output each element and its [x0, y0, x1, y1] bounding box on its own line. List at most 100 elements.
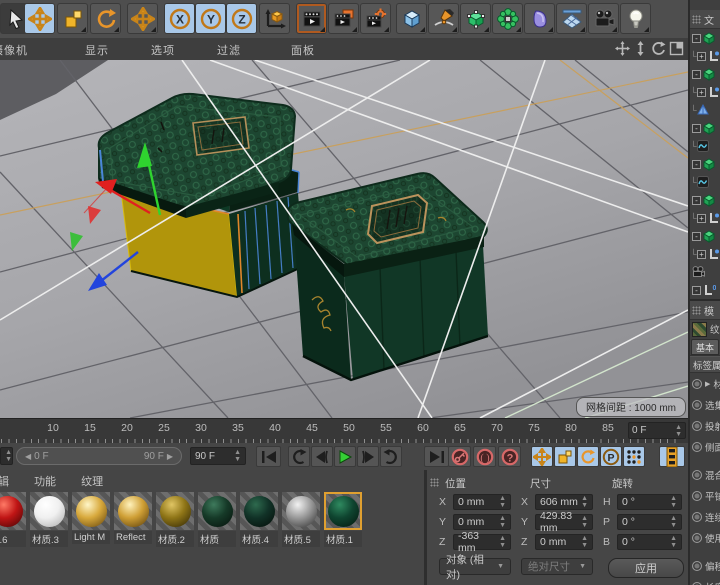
- texture-tag-row[interactable]: 纹理: [690, 320, 720, 338]
- add-array-button[interactable]: [492, 3, 523, 34]
- tag-property-row[interactable]: 偏移: [690, 555, 720, 576]
- coordinate-value-field[interactable]: 0 mm▲▼: [453, 494, 511, 510]
- point-level-animation-button[interactable]: [623, 446, 645, 467]
- menu-edit[interactable]: 编辑: [0, 476, 9, 488]
- material-swatch[interactable]: 材质.3: [30, 492, 68, 547]
- add-generator-button[interactable]: [460, 3, 491, 34]
- lock-x-axis-button[interactable]: X: [164, 3, 195, 34]
- scale-tool-button[interactable]: [57, 3, 88, 34]
- keyframe-dot-icon[interactable]: [692, 533, 702, 543]
- expand-toggle[interactable]: +: [697, 214, 706, 223]
- object-tree-row[interactable]: -: [690, 29, 720, 47]
- keyframe-dot-icon[interactable]: [692, 400, 702, 410]
- next-frame-button[interactable]: [357, 446, 379, 467]
- lock-z-axis-button[interactable]: Z: [226, 3, 257, 34]
- tab-basic[interactable]: 基本: [691, 339, 719, 355]
- loop-button[interactable]: [380, 446, 402, 467]
- tag-property-row[interactable]: 长度: [690, 576, 720, 585]
- object-tree-row[interactable]: -: [690, 65, 720, 83]
- rotate-tool-button[interactable]: [90, 3, 121, 34]
- end-frame-field[interactable]: 90 F▲▼: [190, 447, 246, 465]
- tag-property-row[interactable]: 侧面: [690, 436, 720, 457]
- coordinate-value-field[interactable]: 0 °▲▼: [617, 534, 682, 550]
- expand-toggle[interactable]: -: [692, 160, 701, 169]
- panel-grip[interactable]: [692, 15, 701, 24]
- material-swatch[interactable]: 材质: [198, 492, 236, 547]
- object-tree-row[interactable]: └+: [690, 209, 720, 227]
- material-swatch[interactable]: Reflect: [114, 492, 152, 547]
- material-swatch[interactable]: 质.6: [0, 492, 26, 547]
- previous-frame-button[interactable]: [311, 446, 333, 467]
- menu-display[interactable]: 显示: [85, 42, 109, 58]
- material-swatch[interactable]: Light M: [72, 492, 110, 547]
- viewport-pan-icon[interactable]: [615, 41, 630, 56]
- apply-button[interactable]: 应用: [608, 558, 684, 578]
- coordinate-value-field[interactable]: 0 mm▲▼: [453, 514, 511, 530]
- tag-property-row[interactable]: 投射: [690, 415, 720, 436]
- autokey-button[interactable]: ( ): [473, 446, 496, 467]
- tag-property-row[interactable]: 平铺: [690, 485, 720, 506]
- motion-clip-button[interactable]: [659, 446, 685, 467]
- coordinate-value-field[interactable]: -363 mm▲▼: [453, 534, 511, 550]
- object-tree-row[interactable]: └+: [690, 47, 720, 65]
- expand-toggle[interactable]: -: [692, 232, 701, 241]
- expand-toggle[interactable]: +: [697, 88, 706, 97]
- menu-filter[interactable]: 过滤: [217, 42, 241, 58]
- attribute-manager-menubar[interactable]: 模: [690, 301, 720, 320]
- add-light-button[interactable]: [620, 3, 651, 34]
- object-tree-row[interactable]: └: [690, 101, 720, 119]
- expand-toggle[interactable]: -: [692, 70, 701, 79]
- size-mode-dropdown[interactable]: 绝对尺寸▼: [521, 558, 593, 575]
- expand-toggle[interactable]: -: [692, 34, 701, 43]
- viewport-toggle-icon[interactable]: [669, 41, 684, 56]
- coordinate-value-field[interactable]: 606 mm▲▼: [535, 494, 593, 510]
- viewport-3d[interactable]: 网格间距 : 1000 mm: [0, 60, 688, 418]
- viewport-rotate-icon[interactable]: [651, 41, 666, 56]
- object-tree-row[interactable]: [690, 263, 720, 281]
- go-to-end-button[interactable]: [424, 446, 449, 467]
- panel-grip[interactable]: [692, 306, 701, 315]
- lock-y-axis-button[interactable]: Y: [195, 3, 226, 34]
- coordinate-value-field[interactable]: 0 mm▲▼: [535, 534, 593, 550]
- add-deformer-button[interactable]: [524, 3, 555, 34]
- keyframe-dot-icon[interactable]: [692, 491, 702, 501]
- tag-property-row[interactable]: ▶材质: [690, 373, 720, 394]
- coordinate-value-field[interactable]: 429.83 mm▲▼: [535, 514, 593, 530]
- object-tree-row[interactable]: └: [690, 173, 720, 191]
- keyframe-dot-icon[interactable]: [692, 442, 702, 452]
- menu-panel[interactable]: 面板: [291, 42, 315, 58]
- render-view-button[interactable]: [296, 3, 327, 34]
- viewport-zoom-icon[interactable]: [633, 41, 648, 56]
- expand-toggle[interactable]: -: [692, 124, 701, 133]
- object-tree-row[interactable]: -: [690, 191, 720, 209]
- tag-property-row[interactable]: 连续: [690, 506, 720, 527]
- object-tree-row[interactable]: -: [690, 119, 720, 137]
- add-spline-button[interactable]: [428, 3, 459, 34]
- material-swatch[interactable]: 材质.5: [282, 492, 320, 547]
- keyframe-dot-icon[interactable]: [692, 512, 702, 522]
- coordinate-value-field[interactable]: 0 °▲▼: [617, 514, 682, 530]
- timeline-ruler[interactable]: 1015202530354045505560657075808590 0 F▲▼: [0, 418, 688, 445]
- object-tree-row[interactable]: └+: [690, 83, 720, 101]
- material-swatch[interactable]: 材质.1: [324, 492, 362, 547]
- object-tree-row[interactable]: -: [690, 227, 720, 245]
- expand-toggle[interactable]: -: [692, 196, 701, 205]
- coordinate-mode-dropdown[interactable]: 对象 (相对)▼: [439, 558, 511, 575]
- object-manager-menubar[interactable]: 文: [690, 10, 720, 29]
- object-tree-row[interactable]: └: [690, 137, 720, 155]
- key-parameter-button[interactable]: P: [600, 446, 622, 467]
- frame-stepper-stub[interactable]: ▲▼: [0, 447, 13, 465]
- key-position-button[interactable]: [531, 446, 553, 467]
- keyframe-dot-icon[interactable]: [692, 561, 702, 571]
- object-tree-row[interactable]: -: [690, 155, 720, 173]
- key-rotation-button[interactable]: [577, 446, 599, 467]
- play-forward-button[interactable]: [334, 446, 356, 467]
- render-picture-viewer-button[interactable]: [328, 3, 359, 34]
- move-tool-button[interactable]: [24, 3, 55, 34]
- timeline-range-slider[interactable]: ◀0 F 90 F▶: [16, 447, 182, 465]
- menu-function[interactable]: 功能: [34, 476, 56, 488]
- coordinate-value-field[interactable]: 0 °▲▼: [617, 494, 682, 510]
- keyframe-dot-icon[interactable]: [692, 421, 702, 431]
- keyframe-dot-icon[interactable]: [692, 582, 702, 585]
- play-reverse-button[interactable]: [288, 446, 310, 467]
